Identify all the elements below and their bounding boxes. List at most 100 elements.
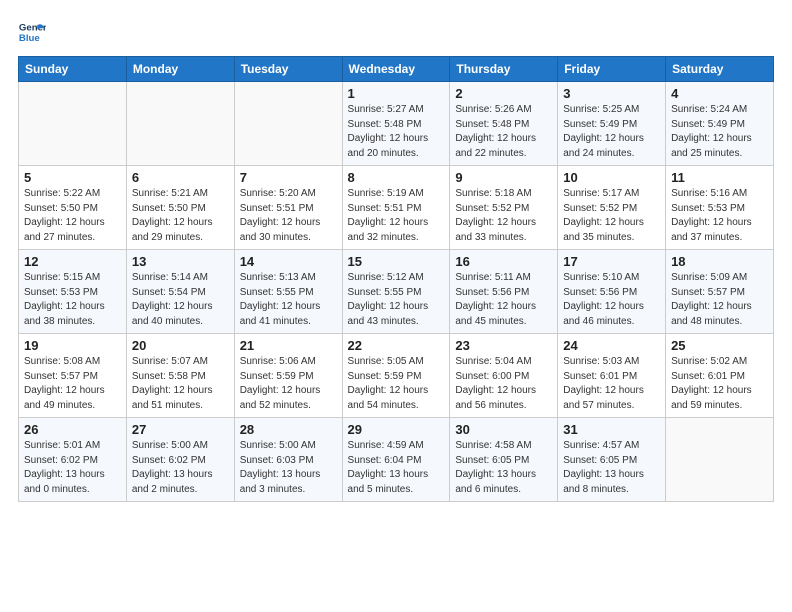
weekday-header-tuesday: Tuesday	[234, 57, 342, 82]
day-info: Sunrise: 5:22 AM Sunset: 5:50 PM Dayligh…	[24, 187, 121, 245]
day-number: 19	[24, 338, 121, 353]
day-info: Sunrise: 4:59 AM Sunset: 6:04 PM Dayligh…	[348, 439, 445, 497]
day-info: Sunrise: 5:19 AM Sunset: 5:51 PM Dayligh…	[348, 187, 445, 245]
day-number: 1	[348, 86, 445, 101]
day-number: 9	[455, 170, 552, 185]
day-number: 14	[240, 254, 337, 269]
day-number: 22	[348, 338, 445, 353]
calendar-cell: 24Sunrise: 5:03 AM Sunset: 6:01 PM Dayli…	[558, 334, 666, 418]
calendar-cell: 6 Sunrise: 5:21 AM Sunset: 5:50 PM Daylig…	[126, 166, 234, 250]
calendar-table: SundayMondayTuesdayWednesdayThursdayFrid…	[18, 56, 774, 502]
day-number: 2	[455, 86, 552, 101]
calendar-week-row: 12 Sunrise: 5:15 AM Sunset: 5:53 PM Dayli…	[19, 250, 774, 334]
day-number: 3	[563, 86, 660, 101]
calendar-cell	[234, 82, 342, 166]
day-number: 31	[563, 422, 660, 437]
logo: General Blue	[18, 18, 50, 46]
day-number: 10	[563, 170, 660, 185]
day-number: 11	[671, 170, 768, 185]
calendar-week-row: 5 Sunrise: 5:22 AM Sunset: 5:50 PM Daylig…	[19, 166, 774, 250]
day-info: Sunrise: 5:00 AM Sunset: 6:02 PM Dayligh…	[132, 439, 229, 497]
page-header: General Blue	[18, 18, 774, 46]
day-info: Sunrise: 5:21 AM Sunset: 5:50 PM Dayligh…	[132, 187, 229, 245]
day-info: Sunrise: 5:08 AM Sunset: 5:57 PM Dayligh…	[24, 355, 121, 413]
day-info: Sunrise: 5:03 AM Sunset: 6:01 PM Dayligh…	[563, 355, 660, 413]
calendar-cell: 1 Sunrise: 5:27 AM Sunset: 5:48 PM Daylig…	[342, 82, 450, 166]
weekday-header-thursday: Thursday	[450, 57, 558, 82]
day-number: 15	[348, 254, 445, 269]
calendar-cell: 5 Sunrise: 5:22 AM Sunset: 5:50 PM Daylig…	[19, 166, 127, 250]
calendar-cell	[126, 82, 234, 166]
day-info: Sunrise: 5:12 AM Sunset: 5:55 PM Dayligh…	[348, 271, 445, 329]
calendar-week-row: 26 Sunrise: 5:01 AM Sunset: 6:02 PM Dayli…	[19, 418, 774, 502]
calendar-cell: 8 Sunrise: 5:19 AM Sunset: 5:51 PM Daylig…	[342, 166, 450, 250]
calendar-cell: 12 Sunrise: 5:15 AM Sunset: 5:53 PM Dayli…	[19, 250, 127, 334]
day-number: 8	[348, 170, 445, 185]
day-info: Sunrise: 5:27 AM Sunset: 5:48 PM Dayligh…	[348, 103, 445, 161]
day-info: Sunrise: 5:09 AM Sunset: 5:57 PM Dayligh…	[671, 271, 768, 329]
calendar-cell: 2 Sunrise: 5:26 AM Sunset: 5:48 PM Daylig…	[450, 82, 558, 166]
day-number: 5	[24, 170, 121, 185]
day-number: 18	[671, 254, 768, 269]
weekday-header-monday: Monday	[126, 57, 234, 82]
day-number: 20	[132, 338, 229, 353]
day-number: 17	[563, 254, 660, 269]
calendar-cell: 17 Sunrise: 5:10 AM Sunset: 5:56 PM Dayli…	[558, 250, 666, 334]
day-info: Sunrise: 5:04 AM Sunset: 6:00 PM Dayligh…	[455, 355, 552, 413]
calendar-cell: 15 Sunrise: 5:12 AM Sunset: 5:55 PM Dayli…	[342, 250, 450, 334]
calendar-cell: 14Sunrise: 5:13 AM Sunset: 5:55 PM Dayli…	[234, 250, 342, 334]
day-info: Sunrise: 5:02 AM Sunset: 6:01 PM Dayligh…	[671, 355, 768, 413]
day-number: 12	[24, 254, 121, 269]
svg-text:Blue: Blue	[19, 33, 40, 44]
day-number: 27	[132, 422, 229, 437]
day-number: 23	[455, 338, 552, 353]
day-info: Sunrise: 5:05 AM Sunset: 5:59 PM Dayligh…	[348, 355, 445, 413]
calendar-cell: 4 Sunrise: 5:24 AM Sunset: 5:49 PM Daylig…	[666, 82, 774, 166]
day-info: Sunrise: 5:07 AM Sunset: 5:58 PM Dayligh…	[132, 355, 229, 413]
day-info: Sunrise: 5:01 AM Sunset: 6:02 PM Dayligh…	[24, 439, 121, 497]
day-info: Sunrise: 4:57 AM Sunset: 6:05 PM Dayligh…	[563, 439, 660, 497]
day-info: Sunrise: 4:58 AM Sunset: 6:05 PM Dayligh…	[455, 439, 552, 497]
calendar-cell: 7 Sunrise: 5:20 AM Sunset: 5:51 PM Daylig…	[234, 166, 342, 250]
day-info: Sunrise: 5:10 AM Sunset: 5:56 PM Dayligh…	[563, 271, 660, 329]
day-number: 26	[24, 422, 121, 437]
calendar-cell: 23 Sunrise: 5:04 AM Sunset: 6:00 PM Dayli…	[450, 334, 558, 418]
day-number: 30	[455, 422, 552, 437]
day-info: Sunrise: 5:20 AM Sunset: 5:51 PM Dayligh…	[240, 187, 337, 245]
calendar-cell	[19, 82, 127, 166]
calendar-cell: 21Sunrise: 5:06 AM Sunset: 5:59 PM Dayli…	[234, 334, 342, 418]
calendar-cell: 29 Sunrise: 4:59 AM Sunset: 6:04 PM Dayli…	[342, 418, 450, 502]
weekday-header-saturday: Saturday	[666, 57, 774, 82]
calendar-cell	[666, 418, 774, 502]
calendar-cell: 25 Sunrise: 5:02 AM Sunset: 6:01 PM Dayli…	[666, 334, 774, 418]
calendar-cell: 26 Sunrise: 5:01 AM Sunset: 6:02 PM Dayli…	[19, 418, 127, 502]
day-info: Sunrise: 5:18 AM Sunset: 5:52 PM Dayligh…	[455, 187, 552, 245]
calendar-cell: 31 Sunrise: 4:57 AM Sunset: 6:05 PM Dayli…	[558, 418, 666, 502]
calendar-cell: 30 Sunrise: 4:58 AM Sunset: 6:05 PM Dayli…	[450, 418, 558, 502]
day-number: 6	[132, 170, 229, 185]
day-number: 4	[671, 86, 768, 101]
day-info: Sunrise: 5:17 AM Sunset: 5:52 PM Dayligh…	[563, 187, 660, 245]
day-number: 25	[671, 338, 768, 353]
day-number: 13	[132, 254, 229, 269]
calendar-cell: 16Sunrise: 5:11 AM Sunset: 5:56 PM Dayli…	[450, 250, 558, 334]
day-number: 21	[240, 338, 337, 353]
weekday-header-row: SundayMondayTuesdayWednesdayThursdayFrid…	[19, 57, 774, 82]
day-info: Sunrise: 5:11 AM Sunset: 5:56 PM Dayligh…	[455, 271, 552, 329]
calendar-cell: 28Sunrise: 5:00 AM Sunset: 6:03 PM Dayli…	[234, 418, 342, 502]
day-number: 7	[240, 170, 337, 185]
calendar-cell: 9 Sunrise: 5:18 AM Sunset: 5:52 PM Daylig…	[450, 166, 558, 250]
calendar-week-row: 19 Sunrise: 5:08 AM Sunset: 5:57 PM Dayli…	[19, 334, 774, 418]
day-info: Sunrise: 5:16 AM Sunset: 5:53 PM Dayligh…	[671, 187, 768, 245]
day-info: Sunrise: 5:24 AM Sunset: 5:49 PM Dayligh…	[671, 103, 768, 161]
weekday-header-wednesday: Wednesday	[342, 57, 450, 82]
day-info: Sunrise: 5:26 AM Sunset: 5:48 PM Dayligh…	[455, 103, 552, 161]
day-info: Sunrise: 5:15 AM Sunset: 5:53 PM Dayligh…	[24, 271, 121, 329]
calendar-cell: 22 Sunrise: 5:05 AM Sunset: 5:59 PM Dayli…	[342, 334, 450, 418]
day-number: 29	[348, 422, 445, 437]
calendar-cell: 18 Sunrise: 5:09 AM Sunset: 5:57 PM Dayli…	[666, 250, 774, 334]
day-info: Sunrise: 5:14 AM Sunset: 5:54 PM Dayligh…	[132, 271, 229, 329]
calendar-cell: 27 Sunrise: 5:00 AM Sunset: 6:02 PM Dayli…	[126, 418, 234, 502]
day-number: 28	[240, 422, 337, 437]
logo-icon: General Blue	[18, 18, 46, 46]
